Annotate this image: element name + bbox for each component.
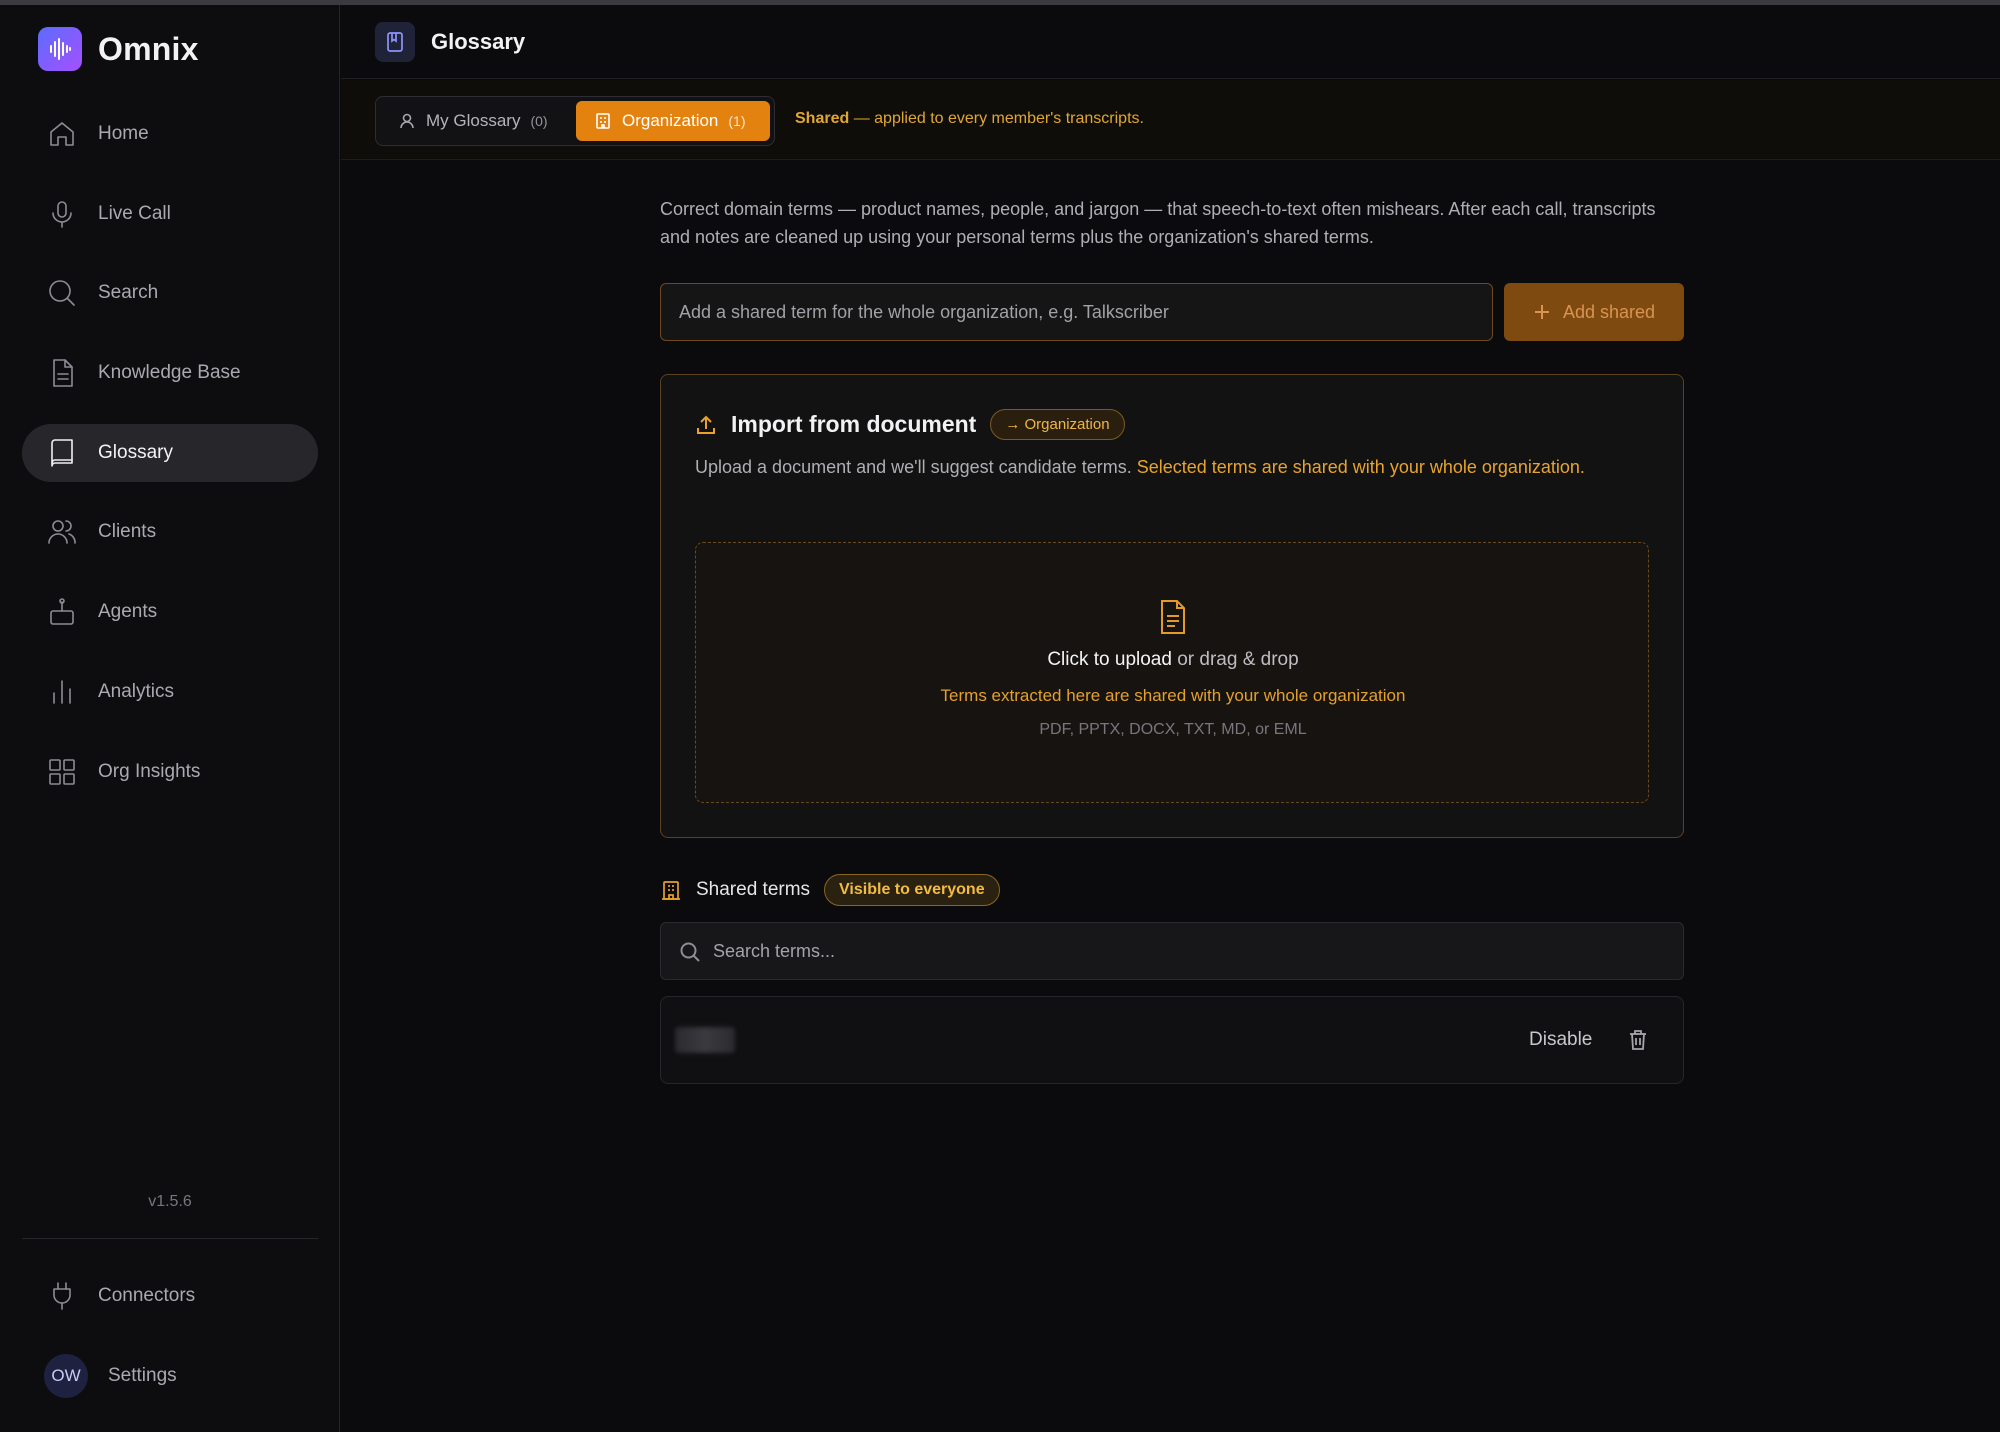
add-shared-button[interactable]: Add shared [1504, 283, 1684, 341]
sidebar-item-label: Home [98, 123, 149, 144]
sidebar-item-label: Org Insights [98, 760, 201, 782]
scope-note-rest: — applied to every member's transcripts. [849, 110, 1144, 127]
tab-count: (0) [530, 113, 548, 129]
file-text-icon [1158, 599, 1188, 635]
plus-icon [1534, 305, 1549, 319]
page-title: Glossary [431, 28, 526, 54]
add-term-input[interactable] [660, 283, 1493, 341]
sidebar-item-org-insights[interactable]: Org Insights [22, 743, 318, 801]
sidebar-item-search[interactable]: Search [22, 264, 318, 322]
sidebar-item-settings[interactable]: OW Settings [22, 1347, 318, 1405]
import-desc-plain: Upload a document and we'll suggest cand… [695, 457, 1137, 477]
main-panel: Glossary My Glossary (0) Organization (1… [341, 5, 2000, 1432]
sidebar-item-label: Connectors [98, 1285, 196, 1306]
dropzone-prompt: Click to upload or drag & drop [696, 649, 1650, 671]
term-text-redacted [675, 1027, 735, 1053]
sidebar-item-home[interactable]: Home [22, 105, 318, 163]
building-icon [596, 113, 610, 129]
shared-terms-header: Shared terms Visible to everyone [660, 874, 1000, 906]
sidebar-item-connectors[interactable]: Connectors [22, 1267, 318, 1325]
sidebar-item-agents[interactable]: Agents [22, 583, 318, 641]
dropzone-formats: PDF, PPTX, DOCX, TXT, MD, or EML [1039, 721, 1307, 738]
search-icon [680, 942, 700, 962]
scope-note: Shared — applied to every member's trans… [795, 110, 1144, 128]
glossary-content: Correct domain terms — product names, pe… [660, 195, 1684, 1084]
tab-label: Organization [622, 111, 719, 130]
document-icon [46, 357, 78, 389]
search-terms-input[interactable] [713, 923, 1663, 979]
upload-dropzone[interactable]: Click to upload or drag & drop Terms ext… [695, 542, 1649, 803]
import-description: Upload a document and we'll suggest cand… [695, 453, 1635, 481]
tab-count: (1) [728, 113, 746, 129]
tab-label: My Glossary [426, 111, 521, 130]
import-header: Import from document → Organization [695, 409, 1125, 440]
import-card: Import from document → Organization Uplo… [660, 374, 1684, 838]
brand[interactable]: Omnix [38, 27, 199, 71]
add-term-row: Add shared [660, 283, 1684, 341]
intro-text: Correct domain terms — product names, pe… [660, 199, 1656, 247]
sidebar-item-knowledge-base[interactable]: Knowledge Base [22, 344, 318, 402]
import-title: Import from document [731, 411, 977, 437]
disable-term-button[interactable]: Disable [1529, 1029, 1592, 1051]
building-icon [662, 881, 680, 900]
upload-icon [697, 415, 715, 434]
home-icon [46, 118, 78, 150]
sidebar-item-live-call[interactable]: Live Call [22, 185, 318, 243]
app-version: v1.5.6 [148, 1193, 192, 1210]
book-icon [46, 437, 78, 469]
sidebar-item-glossary[interactable]: Glossary [22, 423, 318, 482]
sidebar-item-label: Live Call [98, 202, 171, 224]
plug-icon [46, 1280, 78, 1312]
term-row: Disable [660, 996, 1684, 1084]
sidebar-item-clients[interactable]: Clients [22, 503, 318, 561]
import-desc-highlight: Selected terms are shared with your whol… [1136, 457, 1585, 477]
visibility-badge: Visible to everyone [824, 874, 1000, 906]
sidebar-divider [22, 1238, 318, 1239]
sidebar-item-label: Clients [98, 521, 157, 543]
sidebar-item-analytics[interactable]: Analytics [22, 663, 318, 721]
page-header: Glossary [341, 5, 2000, 79]
scope-toggle: My Glossary (0) Organization (1) [375, 96, 775, 146]
bookmark-book-icon [375, 21, 415, 62]
drag-drop-text: or drag & drop [1171, 649, 1299, 670]
dropzone-shared-note: Terms extracted here are shared with you… [940, 686, 1406, 705]
trash-icon[interactable] [1627, 1028, 1651, 1054]
sidebar-item-label: Agents [98, 601, 158, 623]
search-icon [46, 277, 78, 309]
users-icon [46, 516, 78, 548]
grid-icon [46, 756, 78, 788]
scope-bar: My Glossary (0) Organization (1) Shared … [341, 80, 2000, 160]
click-to-upload-link[interactable]: Click to upload [1047, 649, 1172, 670]
sidebar-item-label: Knowledge Base [98, 362, 241, 384]
sidebar-bottom-nav: Connectors OW Settings [22, 1267, 318, 1427]
sidebar-item-label: Analytics [98, 680, 175, 702]
bar-chart-icon [46, 676, 78, 708]
robot-icon [46, 596, 78, 628]
sidebar-item-label: Settings [108, 1365, 177, 1386]
brand-name: Omnix [98, 30, 199, 67]
sidebar-nav: Home Live Call Search Knowledge Base Glo… [22, 105, 318, 822]
avatar: OW [44, 1354, 88, 1398]
tab-organization[interactable]: Organization (1) [576, 101, 770, 141]
organization-badge: → Organization [990, 409, 1125, 440]
scope-note-bold: Shared [795, 110, 850, 127]
user-icon [400, 113, 414, 129]
microphone-icon [46, 198, 78, 230]
waveform-logo-icon [38, 27, 82, 71]
sidebar: Omnix Home Live Call Search Knowledge Ba… [0, 5, 340, 1432]
term-search [660, 922, 1684, 980]
add-shared-label: Add shared [1562, 301, 1656, 322]
tab-my-glossary[interactable]: My Glossary (0) [380, 101, 572, 141]
sidebar-item-label: Search [98, 282, 159, 304]
sidebar-item-label: Glossary [98, 441, 173, 463]
shared-terms-label: Shared terms [696, 879, 811, 900]
